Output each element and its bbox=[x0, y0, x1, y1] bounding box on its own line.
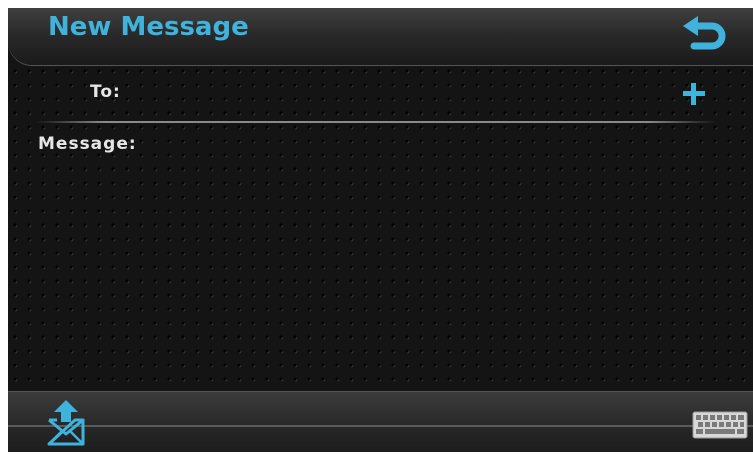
send-button[interactable] bbox=[44, 398, 88, 448]
keyboard-icon bbox=[692, 411, 748, 439]
back-arrow-icon bbox=[683, 16, 726, 50]
footer-bar bbox=[8, 391, 753, 452]
footer-divider bbox=[8, 425, 753, 427]
plus-icon bbox=[683, 83, 705, 105]
header-bar: New Message bbox=[8, 8, 753, 65]
keyboard-button[interactable] bbox=[692, 411, 748, 439]
message-label: Message: bbox=[38, 134, 137, 154]
add-recipient-button[interactable] bbox=[680, 80, 708, 108]
to-label: To: bbox=[90, 82, 121, 102]
divider bbox=[36, 121, 716, 123]
page-title: New Message bbox=[48, 12, 249, 42]
message-screen: New Message To: Message: bbox=[8, 8, 753, 452]
send-mail-icon bbox=[47, 400, 85, 446]
back-button[interactable] bbox=[680, 16, 730, 60]
